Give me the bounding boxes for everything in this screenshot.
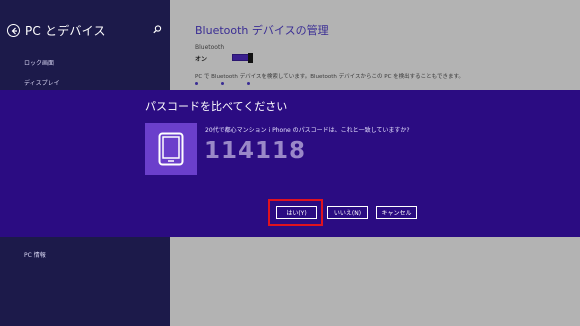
toggle-thumb: [248, 53, 253, 63]
passcode-value: 114118: [204, 138, 307, 164]
device-tile: [145, 123, 197, 175]
sidebar-item-display[interactable]: ディスプレイ: [24, 78, 60, 87]
yes-button[interactable]: はい(Y): [276, 206, 317, 219]
bluetooth-toggle[interactable]: [232, 53, 253, 63]
passcode-dialog: パスコードを比べてください 20代で都心マンション i Phone のパスコード…: [0, 90, 580, 237]
sidebar-item-lock-screen[interactable]: ロック画面: [24, 58, 54, 67]
progress-dot: [247, 82, 250, 85]
search-icon[interactable]: [153, 25, 162, 34]
page-title: Bluetooth デバイスの管理: [195, 24, 329, 37]
progress-dot: [221, 82, 224, 85]
dialog-title: パスコードを比べてください: [145, 100, 288, 113]
phone-icon: [158, 132, 184, 166]
bluetooth-description: PC で Bluetooth デバイスを検索しています。Bluetooth デバ…: [195, 74, 464, 80]
sidebar-item-pc-info[interactable]: PC 情報: [24, 250, 46, 259]
dialog-message: 20代で都心マンション i Phone のパスコードは、これと一致していますか?: [205, 127, 410, 134]
back-arrow-icon[interactable]: [7, 24, 20, 37]
progress-dot: [195, 82, 198, 85]
pane-header: PC とデバイス: [7, 22, 106, 39]
bluetooth-state: オン: [195, 56, 208, 63]
bluetooth-label: Bluetooth: [195, 44, 225, 51]
pane-title: PC とデバイス: [25, 24, 106, 38]
no-button[interactable]: いいえ(N): [327, 206, 368, 219]
cancel-button[interactable]: キャンセル: [376, 206, 417, 219]
